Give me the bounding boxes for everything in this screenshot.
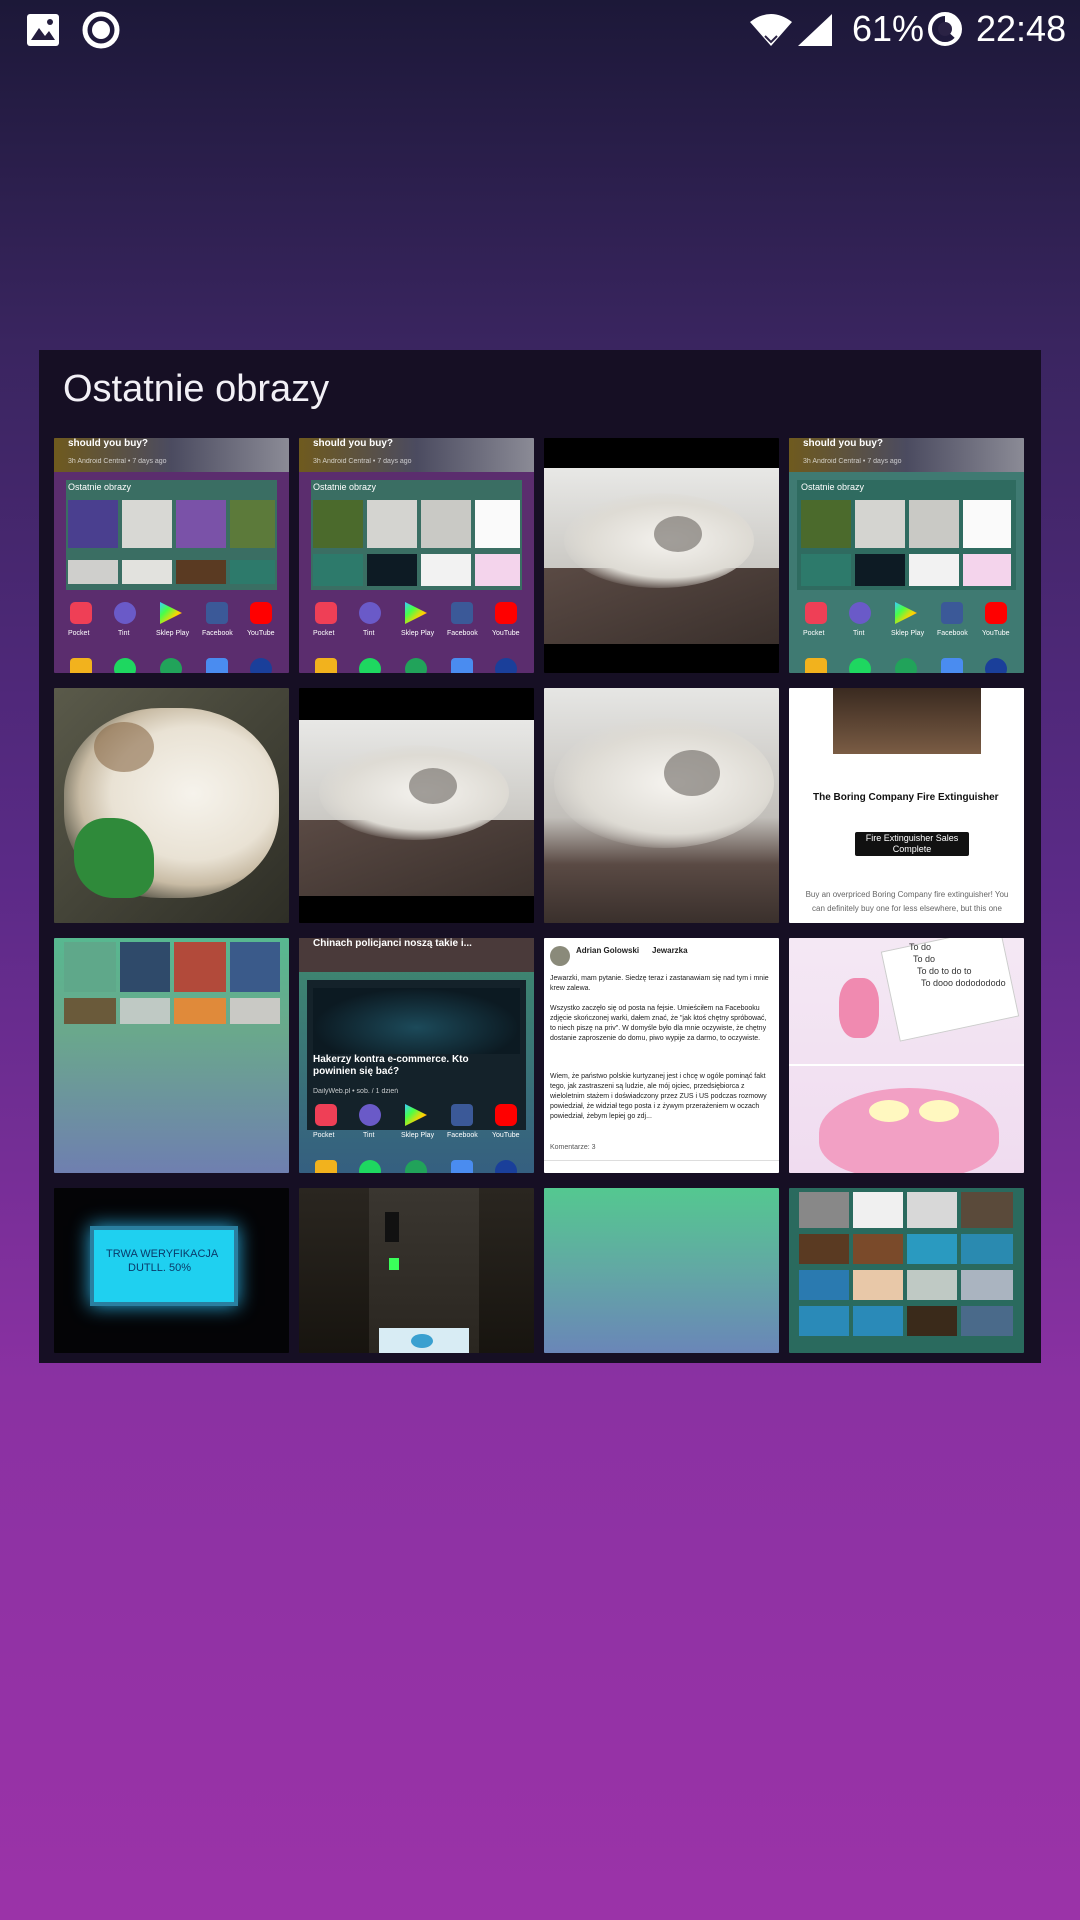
lcd-text-1: TRWA WERYFIKACJA (106, 1248, 219, 1260)
image-grid: should you buy? 3h Android Central • 7 d… (54, 438, 1024, 1353)
fb-text-3: Wiem, że państwo polskie kurtyzanej jest… (550, 1073, 767, 1120)
app-label: Sklep Play (401, 1132, 435, 1139)
fb-author: Adrian Golowski (576, 946, 640, 955)
thumbnail-photo-dog-1[interactable] (544, 438, 779, 673)
battery-saver-icon (926, 10, 964, 53)
thumbnail-photo-dog-2[interactable] (299, 688, 534, 923)
signal-icon (796, 12, 834, 53)
app-label: Pocket (313, 630, 335, 637)
thumb-panel-title: Ostatnie obrazy (801, 482, 865, 492)
app-label: Sklep Play (401, 630, 435, 637)
app-label: YouTube (247, 630, 275, 637)
fb-group: Jewarzka (652, 946, 688, 955)
boring-button: Fire Extinguisher Sales Complete (855, 832, 969, 856)
thumbnail-screenshot-launcher-2[interactable]: should you buy? 3h Android Central • 7 d… (299, 438, 534, 673)
app-label: Tint (363, 630, 375, 637)
thumb-header-text: should you buy? (803, 438, 883, 449)
app-label: Pocket (313, 1132, 335, 1139)
thumbnail-photo-machine[interactable] (299, 1188, 534, 1353)
image-icon (26, 13, 60, 52)
record-icon (82, 11, 120, 54)
thumb-panel-title: Ostatnie obrazy (313, 482, 377, 492)
app-label: Pocket (803, 630, 825, 637)
thumbnail-screenshot-boring-company[interactable]: The Boring Company Fire Extinguisher Fir… (789, 688, 1024, 923)
thumb-source-text: 3h Android Central • 7 days ago (803, 458, 902, 465)
thumbnail-image-gradient[interactable] (544, 1188, 779, 1353)
thumb-header-text: should you buy? (68, 438, 148, 449)
app-label: YouTube (492, 630, 520, 637)
app-label: Facebook (937, 630, 968, 637)
boring-title: The Boring Company Fire Extinguisher (813, 792, 999, 803)
boring-button-label: Fire Extinguisher Sales Complete (865, 833, 959, 854)
fb-text-2: Wszystko zaczęło się od posta na fejsie.… (550, 1005, 767, 1042)
wifi-icon (748, 12, 794, 53)
play-store-icon (160, 602, 182, 624)
thumbnail-screenshot-facebook-post[interactable]: Adrian Golowski Jewarzka Jewarzki, mam p… (544, 938, 779, 1173)
facebook-icon (206, 602, 228, 624)
app-label: YouTube (982, 630, 1010, 637)
youtube-icon (250, 602, 272, 624)
app-label: YouTube (492, 1132, 520, 1139)
thumb-header-text: should you buy? (313, 438, 393, 449)
note-line: To dooo dododododo (921, 978, 1006, 988)
clock: 22:48 (976, 8, 1067, 49)
app-label: Facebook (447, 1132, 478, 1139)
pocket-icon (70, 602, 92, 624)
status-bar: 61% 22:48 (0, 0, 1080, 60)
lcd-text-2: DUTLL. 50% (128, 1262, 191, 1274)
app-label: Pocket (68, 630, 90, 637)
thumbnail-image-pink-panther[interactable]: To do To do To do to do to To dooo dodod… (789, 938, 1024, 1173)
thumbnail-screenshot-launcher-3[interactable]: should you buy? 3h Android Central • 7 d… (789, 438, 1024, 673)
thumb-panel-title: Ostatnie obrazy (68, 482, 132, 492)
fb-text-1: Jewarzki, mam pytanie. Siedzę teraz i za… (550, 975, 769, 992)
battery-percent: 61% (852, 8, 925, 49)
app-label: Tint (853, 630, 865, 637)
app-label: Facebook (447, 630, 478, 637)
news-source: DailyWeb.pl • sob. / 1 dzień (313, 1088, 399, 1095)
thumbnail-screenshot-news[interactable]: Chinach policjanci noszą takie i... Hake… (299, 938, 534, 1173)
thumb-source-text: 3h Android Central • 7 days ago (313, 458, 412, 465)
fb-comments: Komentarze: 3 (550, 1144, 596, 1151)
thumbnail-screenshot-launcher-1[interactable]: should you buy? 3h Android Central • 7 d… (54, 438, 289, 673)
thumbnail-screenshot-gallery[interactable] (789, 1188, 1024, 1353)
app-label: Tint (363, 1132, 375, 1139)
news-headline-2: Hakerzy kontra e-commerce. Kto powinien … (313, 1054, 469, 1077)
app-label: Facebook (202, 630, 233, 637)
note-line: To do (913, 954, 936, 964)
recent-images-dialog: Ostatnie obrazy should you buy? 3h Andro… (39, 350, 1041, 1363)
thumb-source-text: 3h Android Central • 7 days ago (68, 458, 167, 465)
note-line: To do (909, 942, 932, 952)
app-label: Sklep Play (891, 630, 925, 637)
thumbnail-screenshot-gallery-grid[interactable] (54, 938, 289, 1173)
thumbnail-photo-dog-slipper[interactable] (54, 688, 289, 923)
boring-body: Buy an overpriced Boring Company fire ex… (805, 890, 1009, 913)
tint-icon (114, 602, 136, 624)
note-line: To do to do to (917, 966, 972, 976)
thumbnail-photo-lcd-display[interactable]: TRWA WERYFIKACJA DUTLL. 50% (54, 1188, 289, 1353)
app-label: Tint (118, 630, 130, 637)
news-headline-1: Chinach policjanci noszą takie i... (313, 938, 472, 949)
dialog-title: Ostatnie obrazy (63, 368, 330, 410)
thumbnail-photo-dog-3[interactable] (544, 688, 779, 923)
app-label: Sklep Play (156, 630, 190, 637)
